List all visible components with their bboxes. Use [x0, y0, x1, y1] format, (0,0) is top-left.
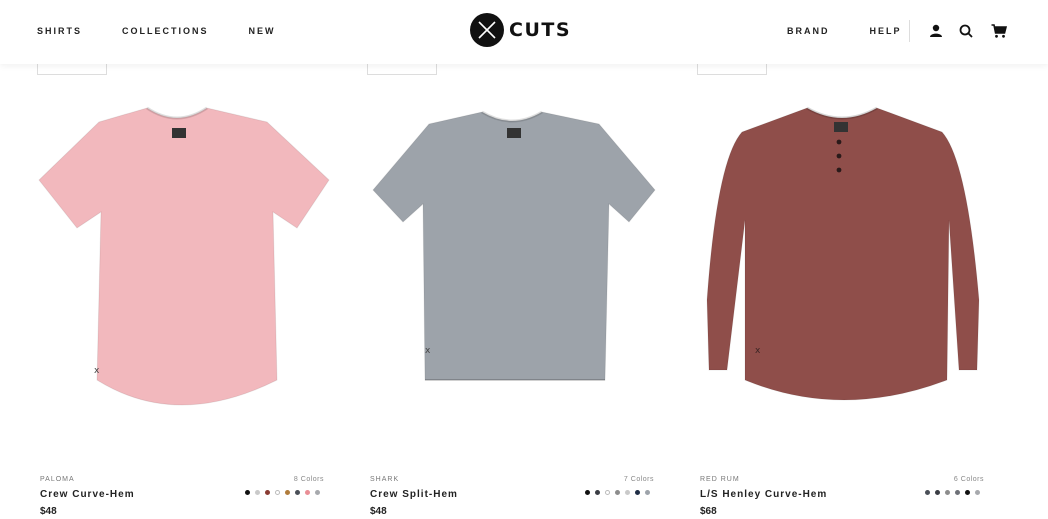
color-swatch[interactable] — [975, 490, 980, 495]
nav-link-help[interactable]: HELP — [870, 26, 902, 36]
color-swatch[interactable] — [635, 490, 640, 495]
product-meta: SHARK 7 Colors Crew Split-Hem $48 — [370, 476, 654, 517]
color-swatch[interactable] — [275, 490, 280, 495]
product-grid: x PALOMA 8 Colors Crew Curve-Hem $48 x S… — [0, 54, 1048, 519]
color-swatch[interactable] — [585, 490, 590, 495]
site-header: SHIRTS COLLECTIONS NEW CUTS BRAND HELP — [0, 0, 1048, 64]
cart-icon[interactable] — [990, 22, 1008, 40]
color-swatches — [240, 490, 320, 495]
product-image[interactable]: x — [367, 80, 667, 440]
henley-button — [836, 153, 842, 159]
color-swatch[interactable] — [615, 490, 620, 495]
product-card[interactable]: x RED RUM 6 Colors L/S Henley Curve-Hem … — [697, 54, 997, 519]
color-swatch[interactable] — [925, 490, 930, 495]
shirt-shape — [38, 107, 330, 406]
svg-text:x: x — [425, 346, 431, 356]
color-swatch[interactable] — [605, 490, 610, 495]
svg-text:x: x — [94, 366, 100, 376]
colors-count: 7 Colors — [623, 476, 654, 483]
color-swatch[interactable] — [645, 490, 650, 495]
shirt-shape — [372, 111, 656, 381]
product-image[interactable]: x — [37, 80, 337, 440]
nav-link-new[interactable]: NEW — [249, 26, 276, 36]
product-color-name: RED RUM — [700, 476, 740, 483]
color-swatches — [580, 490, 650, 495]
product-meta: PALOMA 8 Colors Crew Curve-Hem $48 — [40, 476, 324, 517]
henley-button — [836, 167, 842, 173]
color-swatch[interactable] — [285, 490, 290, 495]
nav-link-brand[interactable]: BRAND — [787, 26, 830, 36]
search-icon[interactable] — [957, 22, 975, 40]
color-swatch[interactable] — [305, 490, 310, 495]
account-icon[interactable] — [927, 22, 945, 40]
product-price: $68 — [700, 506, 717, 517]
color-swatch[interactable] — [245, 490, 250, 495]
product-color-name: PALOMA — [40, 476, 75, 483]
svg-text:x: x — [755, 346, 761, 356]
neck-label — [172, 128, 186, 138]
nav-link-collections[interactable]: COLLECTIONS — [122, 26, 209, 36]
product-card[interactable]: x SHARK 7 Colors Crew Split-Hem $48 — [367, 54, 667, 519]
shirt-shape — [706, 107, 980, 401]
nav-link-shirts[interactable]: SHIRTS — [37, 26, 82, 36]
product-meta: RED RUM 6 Colors L/S Henley Curve-Hem $6… — [700, 476, 984, 517]
secondary-nav: BRAND HELP — [787, 26, 942, 36]
product-price: $48 — [40, 506, 57, 517]
color-swatch[interactable] — [595, 490, 600, 495]
color-swatch[interactable] — [255, 490, 260, 495]
color-swatch[interactable] — [625, 490, 630, 495]
color-swatch[interactable] — [935, 490, 940, 495]
color-swatch[interactable] — [945, 490, 950, 495]
color-swatch[interactable] — [965, 490, 970, 495]
nav-divider — [909, 20, 910, 42]
color-swatch[interactable] — [955, 490, 960, 495]
logo-icon — [470, 13, 504, 47]
product-image[interactable]: x — [697, 80, 997, 440]
color-swatch[interactable] — [295, 490, 300, 495]
product-color-name: SHARK — [370, 476, 400, 483]
colors-count: 8 Colors — [293, 476, 324, 483]
colors-count: 6 Colors — [953, 476, 984, 483]
brand-logo[interactable]: CUTS — [470, 13, 571, 47]
neck-label — [507, 128, 521, 138]
color-swatches — [920, 490, 980, 495]
logo-text: CUTS — [509, 19, 572, 41]
neck-label — [834, 122, 848, 132]
primary-nav: SHIRTS COLLECTIONS NEW — [37, 26, 316, 36]
color-swatch[interactable] — [265, 490, 270, 495]
color-swatch[interactable] — [315, 490, 320, 495]
product-price: $48 — [370, 506, 387, 517]
product-card[interactable]: x PALOMA 8 Colors Crew Curve-Hem $48 — [37, 54, 337, 519]
henley-button — [836, 139, 842, 145]
